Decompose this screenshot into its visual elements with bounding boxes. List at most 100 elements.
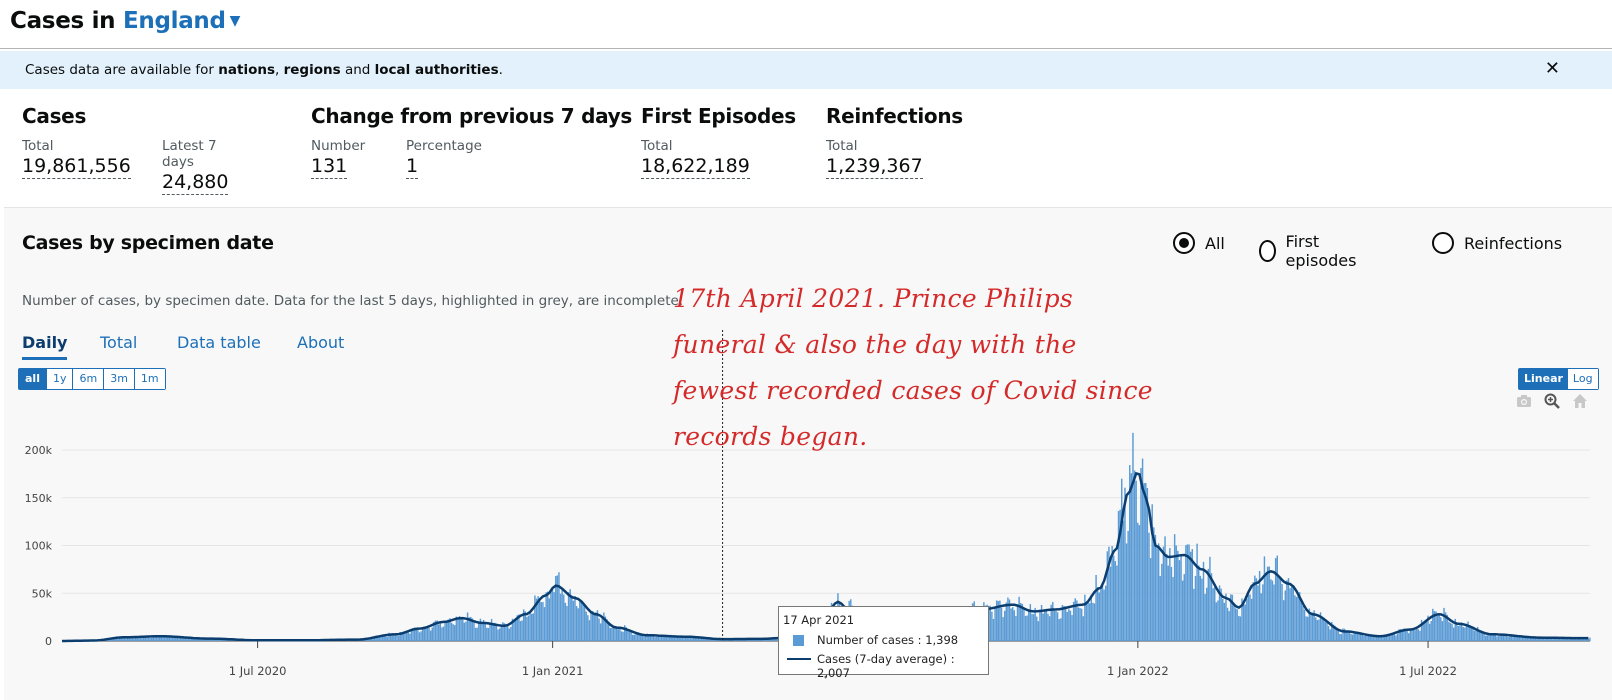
bar bbox=[1462, 627, 1464, 641]
tooltip-cases: Number of cases : 1,398 bbox=[817, 633, 959, 647]
bar bbox=[587, 615, 589, 641]
bar bbox=[1321, 618, 1323, 641]
bar bbox=[1121, 478, 1123, 641]
bar bbox=[1199, 575, 1202, 641]
bar bbox=[551, 589, 554, 641]
bar bbox=[1289, 588, 1291, 641]
bar bbox=[1416, 628, 1418, 641]
bar bbox=[593, 614, 595, 641]
bar bbox=[1207, 568, 1210, 641]
bar bbox=[1165, 553, 1168, 641]
bar bbox=[138, 637, 140, 641]
bar bbox=[1175, 545, 1177, 641]
bar bbox=[1553, 638, 1556, 641]
bar bbox=[1401, 631, 1404, 641]
bar bbox=[126, 638, 129, 641]
bar bbox=[595, 612, 597, 641]
bar bbox=[1249, 594, 1251, 641]
bar bbox=[1307, 616, 1309, 641]
bar bbox=[676, 637, 679, 641]
bar bbox=[638, 634, 640, 641]
bar bbox=[547, 591, 549, 641]
bar bbox=[574, 596, 576, 641]
bar bbox=[1236, 609, 1238, 641]
bar bbox=[1201, 578, 1203, 641]
bar bbox=[1425, 621, 1428, 641]
bar bbox=[1417, 629, 1420, 641]
bar bbox=[1068, 609, 1070, 641]
bar bbox=[1113, 555, 1115, 641]
bar bbox=[559, 593, 562, 641]
bar bbox=[1316, 620, 1319, 641]
bar bbox=[1177, 550, 1179, 641]
bar bbox=[1079, 608, 1081, 641]
bar bbox=[991, 611, 993, 641]
bar bbox=[1087, 601, 1089, 641]
bar bbox=[1053, 610, 1056, 641]
bar bbox=[571, 595, 573, 641]
bar bbox=[1412, 628, 1415, 641]
bar bbox=[1222, 598, 1224, 641]
bar bbox=[1284, 590, 1287, 641]
bar bbox=[1146, 488, 1149, 641]
bar bbox=[1015, 616, 1017, 641]
bar bbox=[1347, 631, 1349, 641]
bar bbox=[1060, 618, 1062, 641]
bar bbox=[1507, 636, 1509, 641]
bar bbox=[1276, 555, 1278, 641]
bar bbox=[1303, 609, 1306, 641]
bar bbox=[1021, 603, 1024, 641]
bar bbox=[474, 627, 477, 641]
bar bbox=[612, 627, 615, 641]
bar bbox=[591, 611, 594, 641]
bar bbox=[425, 627, 427, 641]
bar bbox=[1475, 630, 1477, 641]
bar bbox=[428, 628, 430, 641]
bar bbox=[1058, 619, 1060, 641]
bar bbox=[609, 628, 611, 641]
bar bbox=[489, 623, 491, 641]
bar bbox=[1483, 633, 1485, 641]
bar bbox=[1133, 470, 1136, 641]
bar bbox=[1443, 607, 1445, 641]
bar bbox=[1005, 602, 1008, 641]
bar bbox=[476, 627, 478, 641]
bar bbox=[989, 605, 991, 641]
bar bbox=[1111, 546, 1113, 641]
x-tick-label: 1 Jul 2022 bbox=[1399, 664, 1457, 678]
bar bbox=[572, 600, 575, 641]
bar bbox=[1497, 636, 1500, 641]
bar bbox=[1419, 630, 1421, 641]
bar bbox=[1271, 580, 1274, 641]
bar bbox=[1159, 576, 1161, 641]
handwritten-annotation: 17th April 2021. Prince Philips funeral … bbox=[673, 276, 1193, 460]
bar bbox=[1395, 635, 1397, 641]
tooltip-average: Cases (7-day average) : 2,007 bbox=[817, 652, 955, 680]
bar bbox=[1457, 626, 1460, 641]
bar bbox=[1132, 432, 1134, 641]
bar bbox=[1037, 621, 1040, 641]
bar bbox=[1197, 565, 1200, 641]
bar bbox=[1092, 602, 1094, 641]
bar bbox=[563, 594, 565, 641]
y-axis: 0 50k 100k 150k 200k bbox=[25, 444, 53, 648]
bar bbox=[1122, 520, 1125, 641]
bar bbox=[450, 622, 453, 641]
bar bbox=[385, 636, 387, 641]
bar bbox=[1161, 563, 1163, 641]
bar bbox=[1145, 482, 1147, 641]
bar bbox=[1404, 630, 1407, 641]
bar bbox=[1000, 607, 1003, 641]
bar bbox=[558, 572, 560, 641]
bar bbox=[1278, 578, 1280, 641]
bar bbox=[1214, 587, 1216, 641]
bar bbox=[1093, 603, 1096, 641]
bar bbox=[465, 621, 467, 641]
bar bbox=[1340, 634, 1343, 641]
bar bbox=[396, 635, 398, 641]
bar bbox=[689, 638, 692, 641]
y-tick-label: 150k bbox=[25, 492, 53, 505]
bar bbox=[1438, 612, 1440, 641]
bar bbox=[1274, 558, 1277, 641]
bar bbox=[542, 602, 544, 641]
